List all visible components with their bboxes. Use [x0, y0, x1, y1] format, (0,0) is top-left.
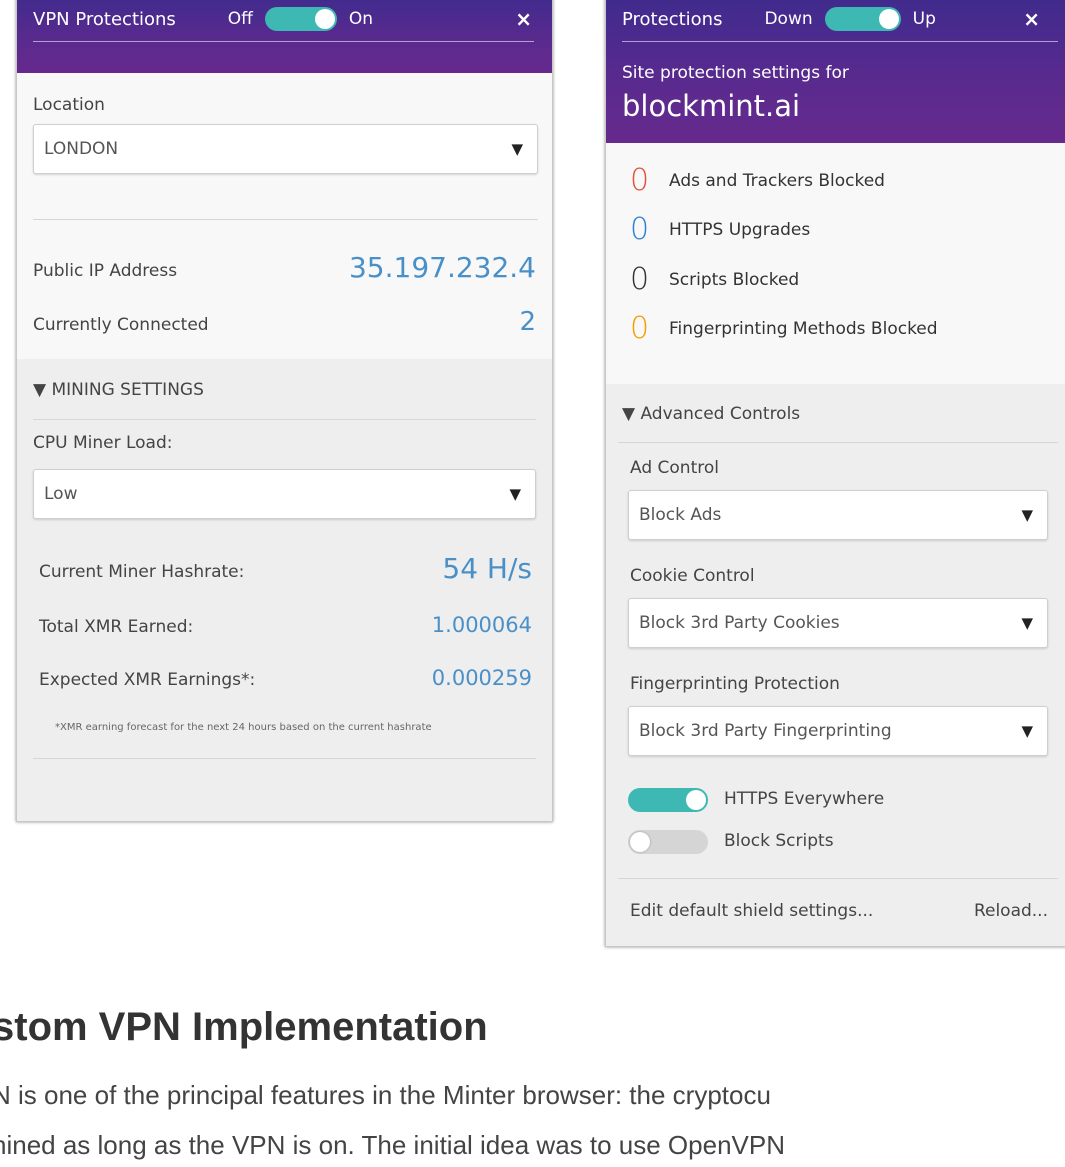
- divider: [33, 219, 538, 220]
- expected-xmr-label: Expected XMR Earnings*:: [39, 670, 256, 690]
- article-heading: stom VPN Implementation: [0, 1005, 488, 1049]
- scripts-blocked-label: Scripts Blocked: [669, 270, 800, 290]
- shield-toggle[interactable]: [824, 7, 901, 31]
- header-divider: [622, 41, 1058, 42]
- fingerprinting-protection-label: Fingerprinting Protection: [630, 674, 840, 694]
- hashrate-label: Current Miner Hashrate:: [39, 562, 245, 582]
- vpn-toggle[interactable]: [264, 7, 337, 31]
- edit-default-shield-settings-link[interactable]: Edit default shield settings...: [630, 901, 873, 921]
- ad-control-select[interactable]: Block Ads ▼: [628, 490, 1048, 540]
- https-upgrades-count: 0: [630, 212, 650, 247]
- toggle-knob: [314, 9, 335, 29]
- total-xmr-value: 1.000064: [431, 613, 532, 637]
- scripts-blocked-count: 0: [630, 262, 650, 297]
- divider: [618, 878, 1058, 879]
- vpn-header: VPN Protections Off On ×: [17, 0, 552, 73]
- shield-header: Protections Down Up × Site protection se…: [606, 0, 1065, 143]
- article-paragraph-line: N is one of the principal features in th…: [0, 1080, 771, 1110]
- article-paragraph-line: nined as long as the VPN is on. The init…: [0, 1130, 785, 1160]
- site-name: blockmint.ai: [622, 89, 801, 123]
- header-divider: [33, 41, 534, 42]
- fingerprinting-label: Fingerprinting Methods Blocked: [669, 319, 938, 339]
- divider: [618, 442, 1058, 443]
- total-xmr-label: Total XMR Earned:: [39, 617, 194, 637]
- cookie-control-label: Cookie Control: [630, 566, 755, 586]
- hashrate-value: 54 H/s: [442, 552, 532, 585]
- close-icon[interactable]: ×: [1023, 7, 1040, 31]
- https-upgrades-label: HTTPS Upgrades: [669, 220, 811, 240]
- shield-panel-title: Protections: [622, 8, 723, 30]
- https-everywhere-label: HTTPS Everywhere: [724, 789, 885, 809]
- location-value: LONDON: [44, 139, 119, 159]
- advanced-controls-toggle[interactable]: ▼ Advanced Controls: [622, 404, 800, 424]
- divider: [33, 758, 536, 759]
- ad-control-value: Block Ads: [639, 505, 722, 525]
- cpu-load-value: Low: [44, 484, 78, 504]
- reload-link[interactable]: Reload...: [974, 901, 1048, 921]
- chevron-down-icon: ▼: [509, 485, 521, 503]
- toggle-knob: [630, 832, 650, 852]
- ads-trackers-label: Ads and Trackers Blocked: [669, 171, 885, 191]
- chevron-down-icon: ▼: [511, 140, 523, 158]
- public-ip-value: 35.197.232.4: [348, 251, 536, 284]
- shield-toggle-down-label: Down: [764, 9, 813, 29]
- cpu-load-select[interactable]: Low ▼: [33, 469, 536, 519]
- ads-trackers-count: 0: [630, 163, 650, 198]
- advanced-controls-section: ▼ Advanced Controls Ad Control Block Ads…: [606, 384, 1065, 946]
- connected-value: 2: [519, 307, 536, 337]
- block-scripts-toggle[interactable]: [628, 830, 708, 854]
- location-select[interactable]: LONDON ▼: [33, 124, 538, 174]
- public-ip-label: Public IP Address: [33, 261, 178, 281]
- toggle-knob: [878, 9, 899, 29]
- connected-label: Currently Connected: [33, 315, 209, 335]
- block-scripts-label: Block Scripts: [724, 831, 834, 851]
- vpn-protections-panel: VPN Protections Off On × Location LONDON…: [16, 0, 553, 822]
- toggle-knob: [686, 790, 706, 810]
- https-everywhere-toggle[interactable]: [628, 788, 708, 812]
- site-settings-subtitle: Site protection settings for: [622, 63, 849, 83]
- shield-toggle-up-label: Up: [912, 9, 936, 29]
- close-icon[interactable]: ×: [515, 7, 532, 31]
- chevron-down-icon: ▼: [1021, 506, 1033, 524]
- expected-xmr-value: 0.000259: [431, 666, 532, 690]
- ad-control-label: Ad Control: [630, 458, 719, 478]
- location-label: Location: [33, 95, 105, 115]
- fingerprinting-count: 0: [630, 311, 650, 346]
- site-shield-panel: Protections Down Up × Site protection se…: [605, 0, 1065, 947]
- fingerprinting-protection-select[interactable]: Block 3rd Party Fingerprinting ▼: [628, 706, 1048, 756]
- earnings-footnote: *XMR earning forecast for the next 24 ho…: [55, 722, 432, 733]
- vpn-toggle-on-label: On: [348, 9, 374, 29]
- cpu-load-label: CPU Miner Load:: [33, 433, 173, 453]
- chevron-down-icon: ▼: [1021, 722, 1033, 740]
- chevron-down-icon: ▼: [1021, 614, 1033, 632]
- divider: [33, 419, 536, 420]
- mining-settings-section: ▼ MINING SETTINGS CPU Miner Load: Low ▼ …: [17, 359, 552, 821]
- vpn-toggle-off-label: Off: [227, 9, 253, 29]
- vpn-panel-title: VPN Protections: [33, 8, 176, 30]
- fingerprinting-protection-value: Block 3rd Party Fingerprinting: [639, 721, 892, 741]
- mining-settings-toggle[interactable]: ▼ MINING SETTINGS: [33, 380, 204, 400]
- cookie-control-select[interactable]: Block 3rd Party Cookies ▼: [628, 598, 1048, 648]
- cookie-control-value: Block 3rd Party Cookies: [639, 613, 840, 633]
